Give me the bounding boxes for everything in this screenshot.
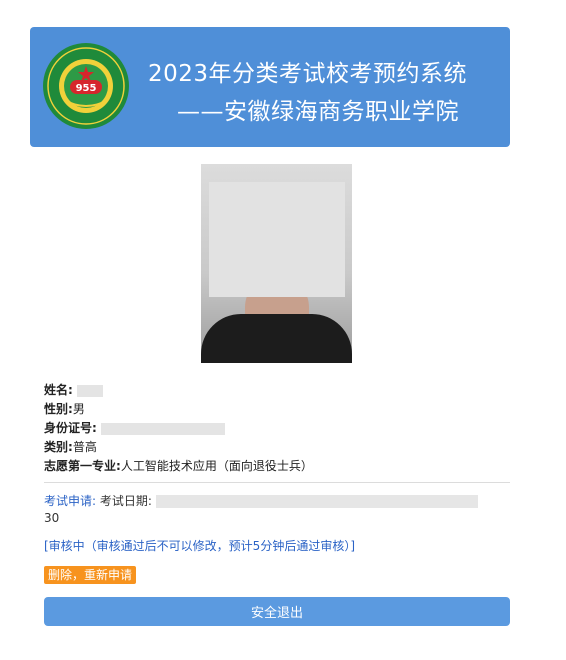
id-redacted <box>100 422 225 435</box>
name-label: 姓名: <box>44 383 73 397</box>
name-row: 姓名: <box>44 381 504 400</box>
major-row: 志愿第一专业:人工智能技术应用（面向退役士兵） <box>44 457 504 476</box>
logout-button[interactable]: 安全退出 <box>44 597 510 626</box>
id-row: 身份证号: <box>44 419 504 438</box>
major-label: 志愿第一专业: <box>44 459 121 473</box>
appointment-tag: 考试申请: <box>44 494 97 508</box>
id-label: 身份证号: <box>44 421 97 435</box>
applicant-photo <box>201 164 352 363</box>
category-value: 普高 <box>72 440 97 454</box>
gender-label: 性别: <box>44 402 73 416</box>
college-logo: 955 <box>43 43 129 129</box>
appointment-info: 考试申请: 考试日期: 30 <box>44 493 510 527</box>
category-label: 类别: <box>44 440 73 454</box>
exam-details-redacted <box>155 495 478 508</box>
svg-text:955: 955 <box>76 83 97 94</box>
divider <box>44 482 510 483</box>
review-status: [审核中（审核通过后不可以修改，预计5分钟后通过审核）] <box>44 539 356 553</box>
major-value: 人工智能技术应用（面向退役士兵） <box>120 459 313 473</box>
page-title: 2023年分类考试校考预约系统 <box>148 61 468 87</box>
applicant-info: 姓名: 性别:男 身份证号: 类别:普高 志愿第一专业:人工智能技术应用（面向退… <box>44 381 504 476</box>
category-row: 类别:普高 <box>44 438 504 457</box>
exam-time-tail: 30 <box>44 511 60 525</box>
name-redacted <box>76 384 103 397</box>
photo-redaction <box>209 182 345 297</box>
exam-date-label: 考试日期: <box>99 494 152 508</box>
delete-reapply-button[interactable]: 删除，重新申请 <box>44 566 137 584</box>
college-name: ——安徽绿海商务职业学院 <box>177 99 459 125</box>
gender-row: 性别:男 <box>44 400 504 419</box>
gender-value: 男 <box>72 402 85 416</box>
